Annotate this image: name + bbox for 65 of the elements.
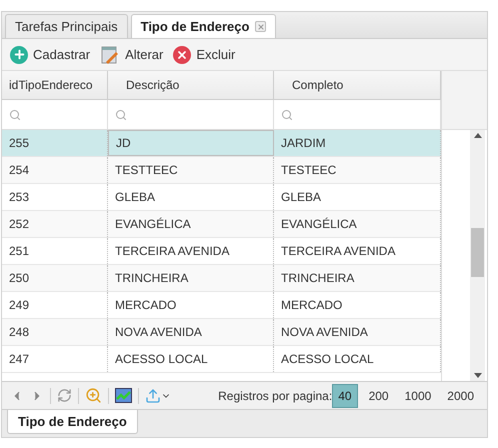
search-icon xyxy=(9,108,21,120)
table-cell-text: 249 xyxy=(9,297,30,314)
chart-icon[interactable] xyxy=(115,388,132,403)
pager-label: Registros por pagina: xyxy=(218,388,332,404)
up-arrow-icon[interactable] xyxy=(474,133,482,138)
column-header[interactable]: Completo xyxy=(292,76,344,94)
plus-icon xyxy=(10,46,28,64)
scroll-thumb[interactable] xyxy=(471,228,484,277)
table-row[interactable]: 253 GLEBA GLEBA xyxy=(2,184,441,211)
table-cell-text: JARDIM xyxy=(281,135,326,152)
table-row[interactable]: 254 TESTTEEC TESTEEC xyxy=(2,157,441,184)
table-cell-text: ACESSO LOCAL xyxy=(281,351,374,368)
table-row[interactable]: 252 EVANGÉLICA EVANGÉLICA xyxy=(2,211,441,238)
tab[interactable]: Tarefas Principais xyxy=(5,14,128,38)
table-cell-text: 251 xyxy=(9,243,30,260)
delete-icon xyxy=(173,46,192,64)
zoom-icon[interactable] xyxy=(85,387,102,404)
table-cell-text: TRINCHEIRA xyxy=(281,270,354,287)
down-arrow-icon[interactable] xyxy=(474,373,482,378)
table-cell-text: MERCADO xyxy=(115,297,176,314)
toolbar-button[interactable]: Cadastrar xyxy=(10,44,90,64)
page-size-option[interactable]: 1000 xyxy=(400,384,436,408)
scrollbar[interactable] xyxy=(470,130,485,381)
tab[interactable]: Tipo de Endereço xyxy=(130,14,276,38)
table-row[interactable]: 251 TERCEIRA AVENIDA TERCEIRA AVENIDA xyxy=(2,238,441,265)
table-cell-text: 254 xyxy=(9,162,30,179)
table-cell-text: 247 xyxy=(9,351,30,368)
table-row[interactable]: 255 JD JARDIM xyxy=(2,130,441,157)
table-cell-text: NOVA AVENIDA xyxy=(115,324,202,341)
search-icon xyxy=(115,108,127,120)
export-icon[interactable] xyxy=(145,388,171,404)
table-cell-text: MERCADO xyxy=(281,297,342,314)
table-cell-text: TERCEIRA AVENIDA xyxy=(281,243,396,260)
table-cell-text: ACESSO LOCAL xyxy=(115,351,208,368)
table-cell-text: GLEBA xyxy=(115,189,156,206)
table-cell-text: TESTEEC xyxy=(281,162,336,179)
toolbar-button[interactable]: Excluir xyxy=(173,44,236,64)
table-row[interactable]: 250 TRINCHEIRA TRINCHEIRA xyxy=(2,265,441,292)
table-cell-text: TESTTEEC xyxy=(115,162,178,179)
table-cell-text: EVANGÉLICA xyxy=(115,216,191,233)
toolbar-button[interactable]: Alterar xyxy=(100,44,164,64)
table-cell-text: EVANGÉLICA xyxy=(281,216,357,233)
table-row[interactable]: 249 MERCADO MERCADO xyxy=(2,292,441,319)
tab[interactable]: Tipo de Endereço xyxy=(7,410,138,434)
search-icon xyxy=(281,108,293,120)
table-row[interactable]: 247 ACESSO LOCAL ACESSO LOCAL xyxy=(2,346,441,373)
pencil-icon xyxy=(100,44,120,64)
page-size-option[interactable]: 2000 xyxy=(442,384,479,408)
table-cell-text: GLEBA xyxy=(281,189,322,206)
page-size-option[interactable]: 200 xyxy=(364,384,394,408)
page-size-option[interactable]: 40 xyxy=(332,384,358,408)
table-row[interactable]: 248 NOVA AVENIDA NOVA AVENIDA xyxy=(2,319,441,346)
close-icon[interactable] xyxy=(255,21,266,32)
table-cell-text: 250 xyxy=(9,270,30,287)
table-cell-text: TERCEIRA AVENIDA xyxy=(115,243,230,260)
table-cell-text: 252 xyxy=(9,216,30,233)
column-header[interactable]: Descrição xyxy=(126,76,180,94)
table-cell-text: 255 xyxy=(9,135,30,152)
table-cell-text: NOVA AVENIDA xyxy=(281,324,368,341)
table-cell-text: 248 xyxy=(9,324,30,341)
table-cell-text: JD xyxy=(116,135,131,152)
table-cell-text: TRINCHEIRA xyxy=(115,270,188,287)
table-cell-text: 253 xyxy=(9,189,30,206)
column-header[interactable]: idTipoEndereco xyxy=(9,76,93,94)
refresh-icon[interactable] xyxy=(57,388,72,403)
